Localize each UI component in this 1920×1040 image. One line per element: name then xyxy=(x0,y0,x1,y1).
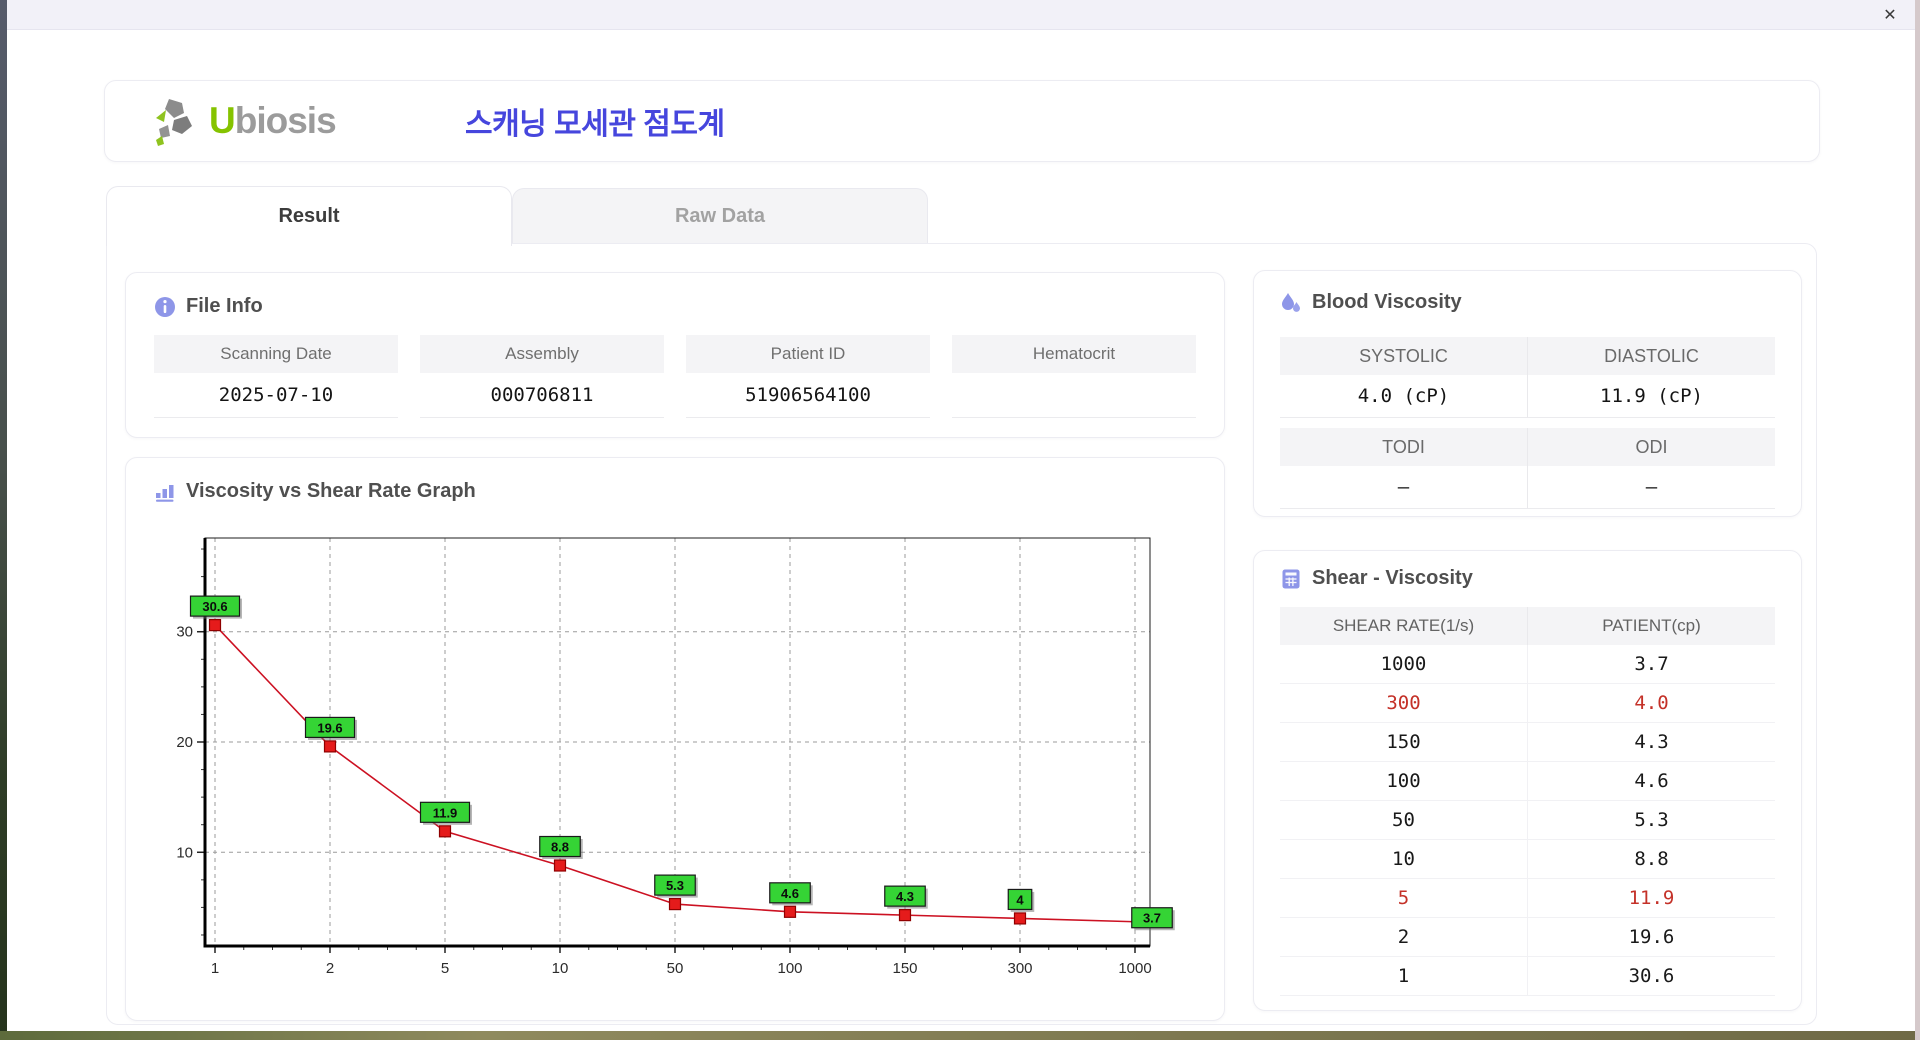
shear-viscosity-table: SHEAR RATE(1/s) PATIENT(cp) 1000 3.7 300 4.… xyxy=(1280,607,1775,996)
graph-header: Viscosity vs Shear Rate Graph xyxy=(154,480,476,503)
shear-table-row: 10 8.8 xyxy=(1280,840,1775,879)
todi-value: – xyxy=(1280,466,1528,509)
shear-table-row: 1 30.6 xyxy=(1280,957,1775,996)
blood-viscosity-title: Blood Viscosity xyxy=(1312,291,1462,313)
field-patient-id: Patient ID 51906564100 xyxy=(686,335,930,418)
tab-raw-data[interactable]: Raw Data xyxy=(512,188,928,244)
field-label: Hematocrit xyxy=(952,335,1196,373)
header-card: Ubiosis 스캐닝 모세관 점도계 xyxy=(104,80,1820,162)
svg-text:1000: 1000 xyxy=(1118,960,1151,977)
desktop-edge-right xyxy=(1915,0,1920,1040)
info-icon xyxy=(155,296,175,317)
field-assembly: Assembly 000706811 xyxy=(420,335,664,418)
field-scanning-date: Scanning Date 2025-07-10 xyxy=(154,335,398,418)
brand-rest: biosis xyxy=(234,100,337,141)
file-info-title: File Info xyxy=(186,295,263,317)
todi-label: TODI xyxy=(1280,428,1528,466)
viscosity-chart-svg: 1 2 5 10 50 100 150 300 1000 10 20 30 30.6 19.6 11.9 8.… xyxy=(176,537,1175,977)
file-info-card: File Info Scanning Date 2025-07-10 Assem… xyxy=(125,272,1225,438)
file-info-header: File Info xyxy=(154,295,263,318)
diastolic-label: DIASTOLIC xyxy=(1528,337,1775,375)
svg-text:30.6: 30.6 xyxy=(202,599,227,614)
svg-text:4: 4 xyxy=(1016,892,1024,907)
systolic-value: 4.0 (cP) xyxy=(1280,375,1528,418)
field-label: Patient ID xyxy=(686,335,930,373)
diastolic-value: 11.9 (cP) xyxy=(1528,375,1775,418)
calculator-icon xyxy=(1282,569,1300,588)
svg-text:150: 150 xyxy=(892,960,917,977)
svg-text:100: 100 xyxy=(777,960,802,977)
shear-table-row: 2 19.6 xyxy=(1280,918,1775,957)
shear-table-row: 1000 3.7 xyxy=(1280,645,1775,684)
file-info-grid: Scanning Date 2025-07-10 Assembly 000706… xyxy=(154,335,1196,418)
shear-table-header: SHEAR RATE(1/s) PATIENT(cp) xyxy=(1280,607,1775,645)
field-label: Scanning Date xyxy=(154,335,398,373)
svg-text:300: 300 xyxy=(1007,960,1032,977)
col-shear-rate: SHEAR RATE(1/s) xyxy=(1280,607,1528,645)
field-value xyxy=(952,373,1196,418)
viscosity-chart: 1 2 5 10 50 100 150 300 1000 10 20 30 30.6 19.6 11.9 8.… xyxy=(150,526,1210,996)
svg-text:4.3: 4.3 xyxy=(896,889,914,904)
blood-viscosity-table: SYSTOLIC DIASTOLIC 4.0 (cP) 11.9 (cP) TO… xyxy=(1280,337,1775,509)
svg-text:30: 30 xyxy=(176,624,193,641)
app-title: 스캐닝 모세관 점도계 xyxy=(465,108,725,141)
field-value: 2025-07-10 xyxy=(154,373,398,418)
window-title-bar: ✕ xyxy=(7,0,1915,30)
svg-text:10: 10 xyxy=(176,844,193,861)
odi-label: ODI xyxy=(1528,428,1775,466)
graph-title: Viscosity vs Shear Rate Graph xyxy=(186,480,476,502)
shear-viscosity-card: Shear - Viscosity SHEAR RATE(1/s) PATIEN… xyxy=(1253,550,1802,1011)
shear-table-body: 1000 3.7 300 4.0 150 4.3 100 4.6 50 5.3 10 8.8 5 11.9… xyxy=(1280,645,1775,996)
brand: Ubiosis xyxy=(151,95,337,147)
desktop-edge-bottom xyxy=(0,1031,1920,1040)
shear-table-row: 150 4.3 xyxy=(1280,723,1775,762)
field-value: 51906564100 xyxy=(686,373,930,418)
svg-text:2: 2 xyxy=(326,960,334,977)
shear-table-row: 5 11.9 xyxy=(1280,879,1775,918)
shear-table-row: 300 4.0 xyxy=(1280,684,1775,723)
ubiosis-logo-icon xyxy=(156,99,192,146)
systolic-label: SYSTOLIC xyxy=(1280,337,1528,375)
svg-text:5.3: 5.3 xyxy=(666,878,684,893)
tab-result[interactable]: Result xyxy=(106,186,512,246)
svg-text:11.9: 11.9 xyxy=(433,805,458,820)
blood-viscosity-header: Blood Viscosity xyxy=(1280,291,1462,314)
svg-text:20: 20 xyxy=(176,734,193,751)
svg-text:19.6: 19.6 xyxy=(317,720,342,735)
shear-table-row: 50 5.3 xyxy=(1280,801,1775,840)
shear-viscosity-title: Shear - Viscosity xyxy=(1312,567,1473,589)
viscosity-graph-card: Viscosity vs Shear Rate Graph 1 2 5 10 50 100… xyxy=(125,457,1225,1021)
close-button[interactable]: ✕ xyxy=(1879,4,1901,26)
svg-text:10: 10 xyxy=(552,960,569,977)
shear-table-row: 100 4.6 xyxy=(1280,762,1775,801)
brand-wordmark: Ubiosis xyxy=(209,100,337,142)
droplets-icon xyxy=(1282,292,1300,312)
blood-viscosity-card: Blood Viscosity SYSTOLIC DIASTOLIC 4.0 (… xyxy=(1253,270,1802,517)
field-value: 000706811 xyxy=(420,373,664,418)
shear-viscosity-header: Shear - Viscosity xyxy=(1280,567,1473,590)
svg-text:1: 1 xyxy=(211,960,219,977)
desktop-edge-left xyxy=(0,0,7,1040)
svg-text:50: 50 xyxy=(667,960,684,977)
svg-text:5: 5 xyxy=(441,960,449,977)
svg-text:4.6: 4.6 xyxy=(781,886,799,901)
svg-text:8.8: 8.8 xyxy=(551,840,569,855)
brand-letter-u: U xyxy=(209,100,236,141)
col-patient: PATIENT(cp) xyxy=(1602,616,1701,635)
field-label: Assembly xyxy=(420,335,664,373)
odi-value: – xyxy=(1528,466,1775,509)
svg-text:3.7: 3.7 xyxy=(1143,911,1161,926)
field-hematocrit: Hematocrit xyxy=(952,335,1196,418)
bar-chart-icon xyxy=(156,484,174,502)
